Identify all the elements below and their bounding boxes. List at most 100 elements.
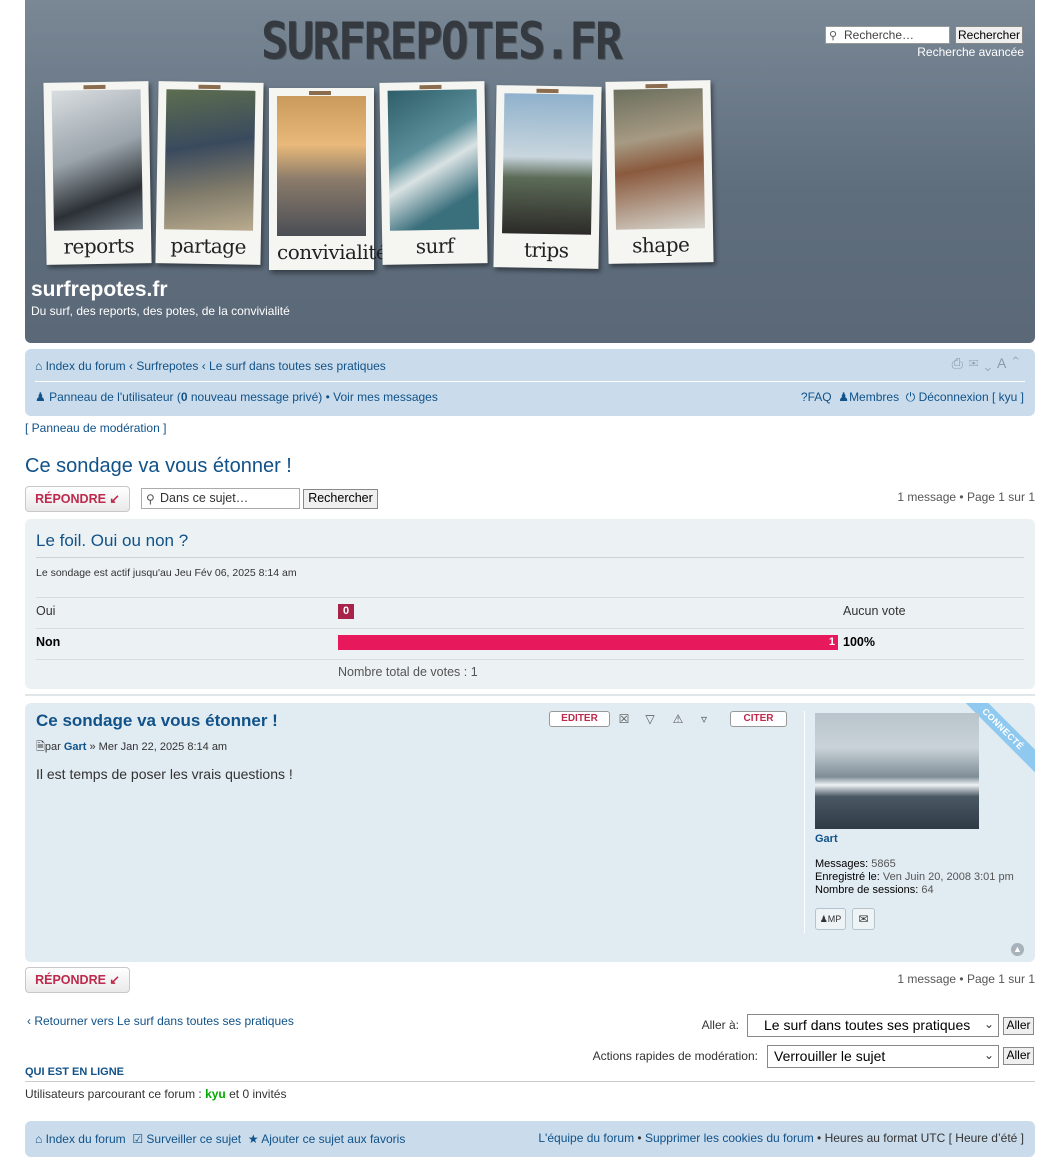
members-link[interactable]: Membres [849, 390, 899, 404]
site-description: Du surf, des reports, des potes, de la c… [31, 304, 290, 318]
topic-search-button[interactable]: Rechercher [303, 489, 378, 509]
who-is-online-text: Utilisateurs parcourant ce forum : kyu e… [25, 1087, 287, 1101]
post-content: Il est temps de poser les vrais question… [36, 766, 293, 782]
user-avatar[interactable] [815, 713, 979, 829]
online-user[interactable]: kyu [205, 1087, 226, 1101]
reply-icon: ↙ [109, 973, 120, 987]
user-icon: ♟ [819, 914, 828, 924]
site-title[interactable]: surfrepotes.fr [31, 278, 168, 302]
reply-label: RÉPONDRE [35, 492, 106, 506]
post-title[interactable]: Ce sondage va vous étonner ! [36, 711, 278, 731]
pm-label: MP [827, 914, 842, 924]
email-icon[interactable]: ✉ [969, 355, 985, 371]
home-icon: ⌂ [35, 359, 43, 373]
header-search-input[interactable]: ⚲ Recherche… [825, 26, 950, 44]
photo-caption: shape [631, 232, 690, 258]
advanced-search-link[interactable]: Recherche avancée [917, 45, 1024, 59]
sessions-label: Nombre de sessions: [815, 884, 919, 896]
print-icon[interactable]: ⎙ [952, 355, 969, 371]
user-links: ?FAQ ♟Membres ⏻ Déconnexion [ kyu ] [801, 390, 1024, 405]
pm-button[interactable]: ♟MP [815, 908, 846, 930]
breadcrumb-subforum[interactable]: Le surf dans toutes ses pratiques [209, 359, 386, 373]
jump-select[interactable]: Le surf dans toutes ses pratiques ⌄ [747, 1014, 999, 1037]
photo-pin [83, 84, 106, 90]
photo-partage[interactable]: partage [155, 81, 264, 265]
back-to-top-icon[interactable]: ▲ [1011, 943, 1024, 956]
footer-home-link[interactable]: Index du forum [46, 1132, 126, 1146]
logout-icon: ⏻ [905, 390, 916, 404]
watch-topic-link[interactable]: Surveiller ce sujet [146, 1132, 241, 1146]
photo-image [277, 96, 366, 236]
logout-link[interactable]: Déconnexion [ kyu ] [919, 390, 1024, 404]
team-link[interactable]: L'équipe du forum [538, 1131, 634, 1145]
user-panel-link[interactable]: Panneau de l'utilisateur (0 nouveau mess… [49, 390, 322, 404]
reply-label: RÉPONDRE [35, 973, 106, 987]
photo-reports[interactable]: reports [43, 81, 152, 265]
quote-button[interactable]: CITER [730, 711, 787, 727]
checkbox-icon: ☑ [132, 1132, 144, 1146]
moderation-panel-link[interactable]: [ Panneau de modération ] [25, 421, 166, 435]
profile-username[interactable]: Gart [815, 833, 838, 845]
report-icon[interactable]: ▽ [641, 711, 659, 727]
breadcrumb-home[interactable]: Index du forum [46, 359, 126, 373]
profile-info: Messages: 5865 Enregistré le: Ven Juin 2… [815, 858, 1014, 897]
email-button[interactable]: ✉ [852, 908, 875, 930]
registered-value: Ven Juin 20, 2008 3:01 pm [879, 871, 1014, 883]
user-panel-icon: ♟ [35, 390, 46, 404]
reply-icon: ↙ [109, 492, 120, 506]
photo-trips[interactable]: trips [493, 85, 602, 269]
warn-icon[interactable]: ⚠ [669, 711, 687, 727]
info-icon[interactable]: ▿ [695, 711, 713, 727]
photo-caption: reports [63, 233, 135, 259]
breadcrumb-forum[interactable]: Surfrepotes [136, 359, 198, 373]
user-panel-row: ♟ Panneau de l'utilisateur (0 nouveau me… [35, 390, 438, 404]
messages-label: Messages: [815, 858, 869, 870]
jump-label: Aller à: [701, 1018, 739, 1032]
quote-label: CITER [743, 713, 774, 724]
header-search-button[interactable]: Rechercher [955, 26, 1023, 44]
edit-button[interactable]: EDITER [549, 711, 610, 727]
search-icon: ⚲ [829, 30, 838, 42]
poll-option-label: Non [36, 635, 61, 649]
poll-option-percent: 100% [843, 635, 875, 649]
topic-search-input[interactable]: ⚲ Dans ce sujet… [141, 488, 300, 509]
mod-actions-go-button[interactable]: Aller [1003, 1047, 1034, 1065]
post-author[interactable]: Gart [64, 741, 87, 753]
photo-convivialite[interactable]: convivialité [269, 88, 388, 270]
page-tools: ⎙✉⌄A⌃ [952, 355, 1025, 372]
back-to-forum-link[interactable]: ‹ Retourner vers Le surf dans toutes ses… [27, 1014, 294, 1028]
chevron-down-icon: ⌄ [983, 1017, 994, 1031]
bookmark-topic-link[interactable]: Ajouter ce sujet aux favoris [261, 1132, 405, 1146]
topic-title[interactable]: Ce sondage va vous étonner ! [25, 455, 292, 478]
photo-surf[interactable]: surf [379, 81, 488, 265]
reply-button-bottom[interactable]: RÉPONDRE ↙ [25, 967, 130, 993]
post-date: » Mer Jan 22, 2025 8:14 am [86, 741, 228, 753]
jump-go-button[interactable]: Aller [1003, 1017, 1034, 1035]
delete-cookies-link[interactable]: Supprimer les cookies du forum [645, 1131, 814, 1145]
mod-actions-select[interactable]: Verrouiller le sujet ⌄ [767, 1045, 999, 1068]
font-size-icon[interactable]: ⌄A⌃ [984, 355, 1025, 371]
messages-value: 5865 [868, 858, 896, 870]
mod-actions-value: Verrouiller le sujet [774, 1048, 886, 1064]
profile-divider [804, 711, 805, 933]
delete-icon[interactable]: ☒ [615, 711, 633, 727]
footer-left: ⌂ Index du forum ☑ Surveiller ce sujet ★… [35, 1132, 405, 1146]
reply-button-top[interactable]: RÉPONDRE ↙ [25, 486, 130, 512]
poll-divider [36, 628, 1024, 629]
photo-image [387, 89, 479, 231]
sessions-value: 64 [918, 884, 934, 896]
site-logo[interactable]: SURFREPOTES.FR [261, 11, 623, 70]
poll-option-percent: Aucun vote [843, 604, 906, 618]
photo-caption: partage [170, 233, 247, 259]
view-messages-link[interactable]: Voir mes messages [333, 390, 438, 404]
photo-pin [645, 83, 668, 89]
post-meta: 🗎par Gart » Mer Jan 22, 2025 8:14 am [36, 741, 228, 753]
faq-icon: ? [800, 390, 808, 404]
poll-panel: Le foil. Oui ou non ? Le sondage est act… [25, 519, 1035, 689]
photo-caption: trips [523, 237, 569, 263]
photo-pin [419, 84, 442, 90]
faq-link[interactable]: FAQ [808, 390, 832, 404]
photo-image [164, 89, 256, 231]
photo-shape[interactable]: shape [605, 80, 714, 264]
mod-actions-label: Actions rapides de modération: [592, 1049, 758, 1063]
